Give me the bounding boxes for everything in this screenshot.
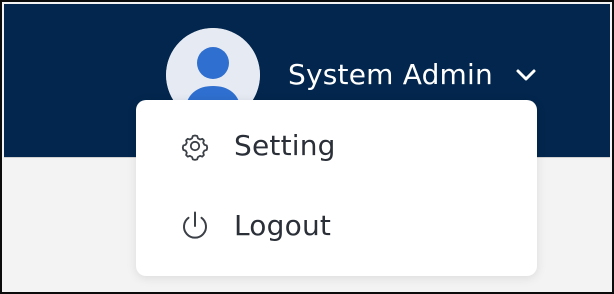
menu-item-label: Logout <box>234 209 332 242</box>
chevron-down-icon <box>513 62 539 88</box>
user-dropdown-menu: Setting Logout <box>136 100 537 276</box>
gear-icon <box>177 128 213 164</box>
menu-item-setting[interactable]: Setting <box>136 118 537 174</box>
menu-item-logout[interactable]: Logout <box>136 198 537 254</box>
app-frame: System Admin Setting Logout <box>0 0 614 294</box>
menu-item-label: Setting <box>234 129 336 162</box>
power-icon <box>177 208 213 244</box>
user-name: System Admin <box>288 58 493 91</box>
